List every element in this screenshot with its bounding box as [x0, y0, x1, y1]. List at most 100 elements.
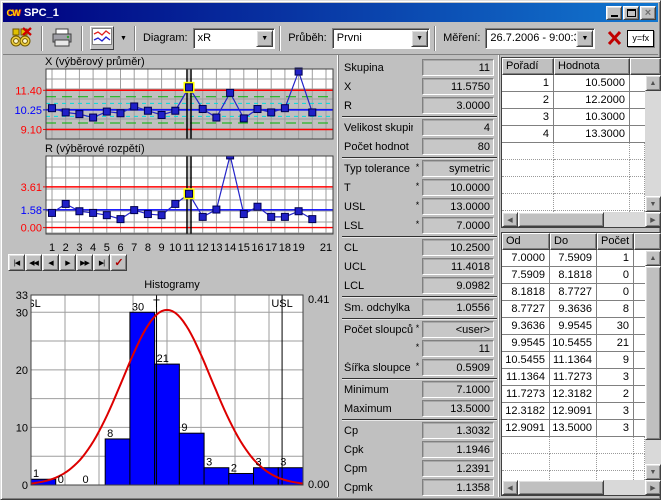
svg-text:12: 12	[197, 242, 209, 254]
bin-row[interactable]: 9.36369.954530	[502, 318, 645, 335]
bin-row[interactable]: 8.77279.36368	[502, 301, 645, 318]
svg-text:2: 2	[231, 462, 237, 474]
table-header: PořadíHodnota	[502, 58, 661, 75]
value-row[interactable]: 110.5000	[502, 75, 645, 92]
scroll-track[interactable]	[518, 480, 645, 495]
svg-text:2: 2	[63, 242, 69, 254]
chart-type-dropdown-arrow[interactable]: ▼	[117, 35, 130, 42]
table-cell	[597, 437, 634, 454]
print-button[interactable]	[47, 24, 77, 52]
nav-next-button[interactable]: ▶	[59, 254, 76, 271]
nav-rewind-button[interactable]: ◀◀	[25, 254, 42, 271]
svg-text:8: 8	[145, 242, 151, 254]
chevron-down-icon[interactable]: ▼	[576, 30, 593, 47]
property-row: Počet hodnot80	[341, 137, 498, 156]
scroll-down-button[interactable]: ▼	[645, 464, 661, 480]
close-icon: ×	[645, 8, 651, 18]
scroll-right-button[interactable]: ▶	[645, 212, 661, 227]
value-row[interactable]: 212.2000	[502, 92, 645, 109]
property-value[interactable]: 0.5909	[422, 359, 494, 376]
formula-button[interactable]: y=fx	[627, 30, 654, 47]
vertical-scrollbar[interactable]: ▲▼	[645, 250, 661, 480]
value-row[interactable]: 413.3000	[502, 126, 645, 143]
vertical-scrollbar[interactable]: ▲▼	[645, 75, 661, 212]
minimize-button[interactable]	[606, 6, 622, 20]
delete-button[interactable]	[601, 24, 627, 52]
property-value[interactable]: 7.0000	[422, 217, 494, 234]
prubeh-combobox[interactable]: Prvni ▼	[332, 28, 430, 49]
table-cell-stub	[630, 109, 645, 126]
maximize-button[interactable]	[623, 6, 639, 20]
bin-row[interactable]: 10.545511.13649	[502, 352, 645, 369]
scroll-up-button[interactable]: ▲	[645, 250, 661, 266]
property-label: R	[344, 100, 413, 112]
chart-type-button[interactable]	[87, 24, 117, 52]
property-value[interactable]: <user>	[422, 321, 494, 338]
nav-last-button[interactable]: ▶|	[93, 254, 110, 271]
property-label: Typ tolerance	[344, 163, 413, 175]
horizontal-scrollbar[interactable]: ◀▶	[502, 480, 661, 495]
scroll-right-button[interactable]: ▶	[645, 480, 661, 495]
scroll-down-button[interactable]: ▼	[645, 196, 661, 212]
mereni-combobox[interactable]: 26.7.2006 - 9:00:37 ▼	[485, 28, 595, 49]
bin-row[interactable]: 11.136411.72733	[502, 369, 645, 386]
nav-confirm-button[interactable]: ✓	[110, 254, 127, 271]
required-marker	[413, 388, 422, 392]
chevron-down-icon[interactable]: ▼	[256, 30, 273, 47]
property-label: Cpk	[344, 444, 413, 456]
property-label: T	[344, 182, 413, 194]
table-cell: 7.5909	[502, 267, 550, 284]
bin-row[interactable]: 7.00007.59091	[502, 250, 645, 267]
titlebar[interactable]: CW SPC_1 ×	[3, 3, 658, 22]
svg-text:T: T	[153, 298, 160, 310]
table-cell: 8.1818	[550, 267, 597, 284]
horizontal-scrollbar[interactable]: ◀▶	[502, 212, 661, 227]
tables-panel: PořadíHodnota110.5000212.2000310.3000413…	[501, 55, 661, 497]
bin-row[interactable]: 7.59098.18180	[502, 267, 645, 284]
svg-text:21: 21	[157, 353, 169, 365]
table-cell: 9.3636	[550, 301, 597, 318]
group-navigator: |◀◀◀◀▶▶▶▶|✓	[8, 254, 127, 271]
chevron-down-icon[interactable]: ▼	[411, 30, 428, 47]
scroll-track[interactable]	[645, 91, 661, 196]
property-value[interactable]: symetric	[422, 160, 494, 177]
nav-forward-button[interactable]: ▶▶	[76, 254, 93, 271]
charts-panel[interactable]: |◀◀◀◀▶▶▶▶|✓ X (výběrový průměr)11.4010.2…	[5, 55, 339, 499]
app-icon[interactable]: CW	[5, 5, 21, 20]
panel-splitter[interactable]	[498, 55, 500, 497]
scroll-track[interactable]	[518, 212, 645, 227]
svg-text:8: 8	[107, 428, 113, 440]
scroll-thumb[interactable]	[518, 212, 604, 227]
bin-row[interactable]: 9.954510.545521	[502, 335, 645, 352]
bin-row[interactable]: 12.909113.50003	[502, 420, 645, 437]
bin-row[interactable]: 12.318212.90913	[502, 403, 645, 420]
property-row: T*10.0000	[341, 178, 498, 197]
find-button[interactable]	[7, 24, 37, 52]
scroll-thumb[interactable]	[518, 480, 604, 495]
bin-row[interactable]: 8.18188.77270	[502, 284, 645, 301]
scroll-track[interactable]	[645, 266, 661, 464]
property-value[interactable]: 13.0000	[422, 198, 494, 215]
property-value[interactable]: 10.0000	[422, 179, 494, 196]
svg-text:30: 30	[16, 307, 28, 319]
nav-first-button[interactable]: |◀	[8, 254, 25, 271]
svg-text:9: 9	[181, 422, 187, 434]
required-marker	[413, 448, 422, 452]
diagram-combobox[interactable]: xR ▼	[193, 28, 276, 49]
nav-prev-button[interactable]: ◀	[42, 254, 59, 271]
table-cell	[550, 437, 597, 454]
required-marker	[413, 126, 422, 130]
value-row[interactable]: 310.3000	[502, 109, 645, 126]
svg-text:3: 3	[76, 242, 82, 254]
scroll-left-button[interactable]: ◀	[502, 480, 518, 495]
bin-row[interactable]: 11.727312.31822	[502, 386, 645, 403]
property-value[interactable]: 11	[422, 340, 494, 357]
panel-splitter[interactable]	[337, 55, 339, 497]
close-button[interactable]: ×	[640, 6, 656, 20]
scroll-left-button[interactable]: ◀	[502, 212, 518, 227]
scroll-thumb[interactable]	[645, 266, 661, 440]
scroll-up-button[interactable]: ▲	[645, 75, 661, 91]
svg-text:0.00: 0.00	[308, 479, 329, 491]
property-value: 11.5750	[422, 78, 494, 95]
charts-svg[interactable]: X (výběrový průměr)11.4010.259.10R (výbě…	[5, 55, 339, 499]
